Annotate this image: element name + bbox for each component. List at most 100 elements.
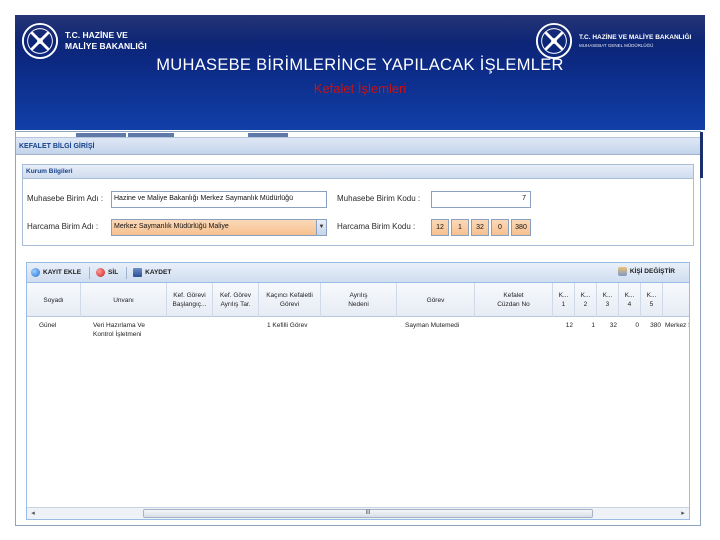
scroll-right-icon[interactable]: ▸ — [678, 509, 688, 518]
muhasebe-birim-kodu-field[interactable]: 7 — [431, 191, 531, 208]
kurum-bilgileri-title: Kurum Bilgileri — [26, 168, 73, 175]
column-header-text: K... — [646, 292, 657, 299]
cell-gorev: Sayman Mutemedi — [405, 322, 460, 329]
harcama-kodu-field-5[interactable]: 380 — [511, 219, 531, 236]
column-header-text: Kef. Görev — [219, 292, 252, 299]
harcama-kodu-field-2[interactable]: 1 — [451, 219, 469, 236]
cell-ayrilis-nedeni — [323, 318, 397, 344]
column-header-text: Başlangıç... — [172, 301, 207, 308]
column-header-text: Unvanı — [113, 296, 134, 304]
section-header: KEFALET BİLGİ GİRİŞİ — [16, 138, 700, 155]
column-header-kacinci-kefaletli[interactable]: Kaçıncı Kefaletli Görevi — [259, 283, 321, 317]
window-top-strip — [16, 132, 700, 138]
cell-cuzdan-no — [477, 318, 551, 344]
kayit-ekle-label: KAYIT EKLE — [43, 269, 82, 276]
org-name-right-line1: T.C. HAZİNE VE MALİYE BAKANLIĞI — [579, 34, 692, 41]
strip-tab — [76, 133, 126, 137]
column-header-text: Görevi — [279, 301, 300, 308]
column-header-text: Nedeni — [348, 301, 369, 308]
section-title: KEFALET BİLGİ GİRİŞİ — [19, 142, 95, 150]
column-header-text: 4 — [627, 301, 632, 308]
muhasebe-birim-adi-label: Muhasebe Birim Adı : — [27, 194, 104, 203]
column-header-k5[interactable]: K... 5 — [641, 283, 663, 317]
kaydet-button[interactable]: KAYDET — [133, 268, 171, 277]
sil-button[interactable]: SİL — [96, 268, 118, 277]
kefalet-grid: KAYIT EKLE SİL KAYDET KİŞİ DEĞİŞTİR Soya… — [26, 262, 690, 520]
toolbar-separator — [89, 266, 91, 279]
muhasebe-birim-kodu-label: Muhasebe Birim Kodu : — [337, 194, 421, 203]
cell-k5: 380 — [650, 322, 661, 329]
cell-unvani-line1: Veri Hazırlama Ve — [93, 322, 146, 329]
column-header-text: K... — [580, 292, 591, 299]
cell-k4: 0 — [635, 322, 639, 329]
cell-k3: 32 — [609, 322, 617, 329]
column-header-k3[interactable]: K... 3 — [597, 283, 619, 317]
column-header-text: 5 — [649, 301, 654, 308]
org-name-left: T.C. HAZİNE VE MALİYE BAKANLIĞI — [65, 30, 147, 51]
column-header-ayrilis-nedeni[interactable]: Ayrılış Nedeni — [321, 283, 397, 317]
header-banner: T.C. HAZİNE VE MALİYE BAKANLIĞI T.C. HAZ… — [15, 15, 705, 130]
harcama-kodu-field-4[interactable]: 0 — [491, 219, 509, 236]
harcama-birim-kodu-label: Harcama Birim Kodu : — [337, 222, 416, 231]
cell-k1: 12 — [565, 322, 573, 329]
column-header-text: Görev — [426, 296, 445, 304]
kayit-ekle-button[interactable]: KAYIT EKLE — [31, 268, 81, 277]
column-header-kef-gorev-ayrilis[interactable]: Kef. Görev Ayrılış Tar. — [213, 283, 259, 317]
kurum-bilgileri-header: Kurum Bilgileri — [23, 165, 693, 179]
harcama-birim-adi-value: Merkez Saymanlık Müdürlüğü Maliye — [114, 223, 229, 230]
column-header-text: Kefalet — [503, 292, 524, 299]
page-subtitle: Kefalet İşlemleri — [313, 81, 407, 96]
scrollbar-thumb[interactable]: III — [143, 509, 593, 518]
chevron-down-icon[interactable]: ▼ — [316, 220, 326, 235]
column-header-k4[interactable]: K... 4 — [619, 283, 641, 317]
cell-unvani: Veri Hazırlama Ve Kontrol İşletmeni — [93, 318, 167, 344]
window-edge — [700, 132, 703, 178]
change-person-icon — [617, 267, 627, 276]
kaydet-label: KAYDET — [145, 269, 172, 276]
ministry-logo-left: T.C. HAZİNE VE MALİYE BAKANLIĞI — [21, 22, 155, 60]
cell-soyadi: Günel — [39, 322, 57, 329]
add-record-icon — [31, 268, 40, 277]
cell-extra: Merkez S — [665, 322, 689, 329]
org-name-right-line2: MUHASEBAT GENEL MÜDÜRLÜĞÜ — [579, 43, 654, 48]
column-header-text: 1 — [561, 301, 566, 308]
column-header-kefalet-cuzdan-no[interactable]: Kefalet Cüzdan No — [475, 283, 553, 317]
kisi-degistir-button[interactable]: KİŞİ DEĞİŞTİR — [617, 267, 675, 276]
column-header-k1[interactable]: K... 1 — [553, 283, 575, 317]
column-header-kef-gorevi-baslangic[interactable]: Kef. Görevi Başlangıç... — [167, 283, 213, 317]
column-header-text: Ayrılış — [349, 292, 368, 299]
column-header-text: Cüzdan No — [497, 301, 530, 308]
harcama-kodu-field-3[interactable]: 32 — [471, 219, 489, 236]
scroll-left-icon[interactable]: ◂ — [28, 509, 38, 518]
column-header-gorev[interactable]: Görev — [397, 283, 475, 317]
harcama-birim-adi-select[interactable]: Merkez Saymanlık Müdürlüğü Maliye ▼ — [111, 219, 327, 236]
kisi-degistir-label: KİŞİ DEĞİŞTİR — [629, 268, 675, 275]
org-name-right: T.C. HAZİNE VE MALİYE BAKANLIĞI MUHASEBA… — [579, 33, 697, 49]
delete-icon — [96, 268, 106, 277]
ministry-logo-right: T.C. HAZİNE VE MALİYE BAKANLIĞI MUHASEBA… — [535, 22, 697, 60]
column-header-text: Kaçıncı Kefaletli — [266, 292, 313, 299]
column-header-extra[interactable] — [663, 283, 689, 317]
column-header-text: 3 — [605, 301, 610, 308]
ministry-emblem-icon — [21, 22, 59, 60]
page-title: MUHASEBE BİRİMLERİNCE YAPILACAK İŞLEMLER — [156, 56, 564, 74]
column-header-k2[interactable]: K... 2 — [575, 283, 597, 317]
application-window: KEFALET BİLGİ GİRİŞİ Kurum Bilgileri Muh… — [15, 131, 703, 526]
cell-kef-gorevi-baslangic — [169, 318, 213, 344]
strip-tab — [248, 133, 288, 137]
column-header-soyadi[interactable]: Soyadı — [27, 283, 81, 317]
grid-header: Soyadı Unvanı Kef. Görevi Başlangıç... Ke… — [27, 283, 689, 317]
column-header-unvani[interactable]: Unvanı — [81, 283, 167, 317]
toolbar-separator — [126, 266, 128, 279]
harcama-kodu-field-1[interactable]: 12 — [431, 219, 449, 236]
table-row[interactable]: Günel Veri Hazırlama Ve Kontrol İşletmen… — [27, 318, 689, 344]
horizontal-scrollbar[interactable]: ◂ III ▸ — [27, 507, 689, 519]
column-header-text: K... — [624, 292, 635, 299]
cell-kacinci-kefaletli: 1 Kefilli Görev — [267, 322, 308, 329]
column-header-text: 2 — [583, 301, 588, 308]
cell-k2: 1 — [591, 322, 595, 329]
column-header-text: Soyadı — [43, 296, 64, 304]
column-header-text: K... — [558, 292, 569, 299]
muhasebe-birim-adi-field[interactable]: Hazine ve Maliye Bakanlığı Merkez Sayman… — [111, 191, 327, 208]
column-header-text: Kef. Görevi — [173, 292, 206, 299]
